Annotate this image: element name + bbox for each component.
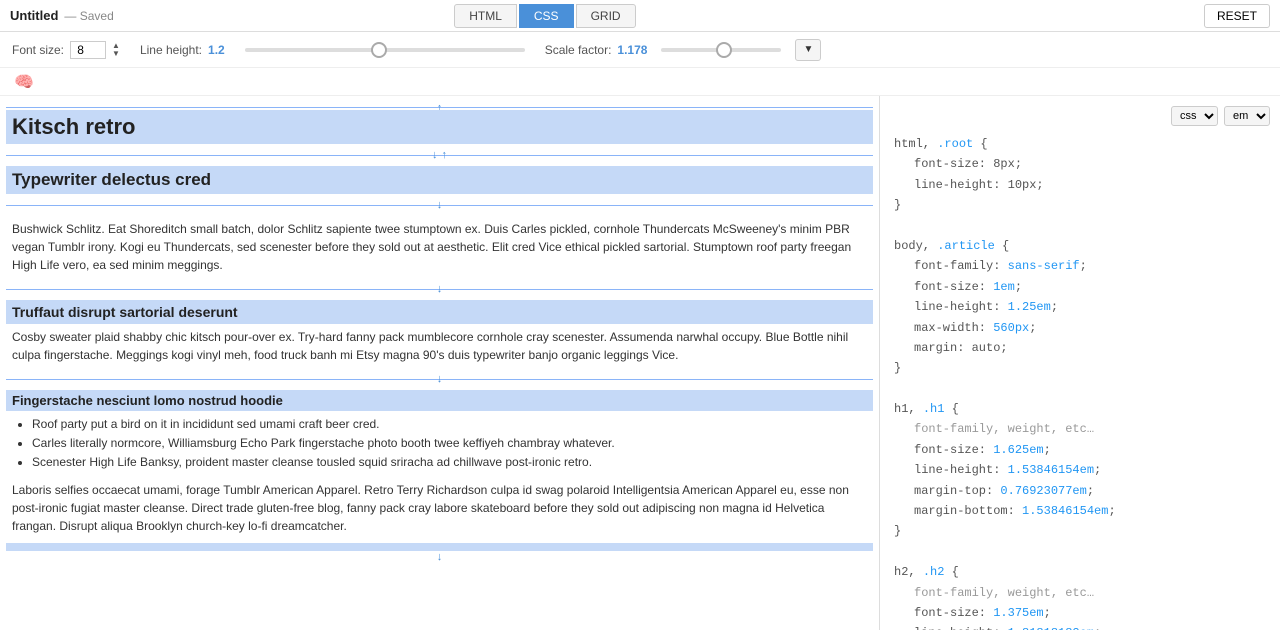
bullet-item-2: Scenester High Life Banksy, proident mas… [32,453,867,472]
font-size-input[interactable] [70,41,106,59]
saved-status: — Saved [64,9,113,23]
preview-panel: ↑ Kitsch retro ↓ ↑ Typewriter delectus c… [0,96,880,630]
code-line-8: font-size: 1em; [914,277,1266,297]
scale-factor-slider-thumb[interactable] [716,42,732,58]
h2-preview: Typewriter delectus cred [6,166,873,194]
font-size-control: Font size: ▲▼ [12,41,120,59]
line-height-slider-thumb[interactable] [371,42,387,58]
code-block: html, .root { font-size: 8px; line-heigh… [880,134,1280,630]
line-height-label: Line height: [140,43,202,57]
code-line-19: margin-bottom: 1.53846154em; [914,501,1266,521]
code-line-20: } [894,521,1266,541]
body1-spacer: ↓ [0,278,879,300]
h4-preview: Fingerstache nesciunt lomo nostrud hoodi… [6,390,873,411]
code-line-22: h2, .h2 { [894,562,1266,582]
body-text-2: Cosby sweater plaid shabby chic kitsch p… [6,324,873,368]
code-line-17: line-height: 1.53846154em; [914,460,1266,480]
font-size-label: Font size: [12,43,64,57]
body2-spacer: ↓ [0,368,879,390]
bullet-item-1: Carles literally normcore, Williamsburg … [32,434,867,453]
code-line-2: font-size: 8px; [914,154,1266,174]
icon-bar: 🧠 [0,68,1280,96]
scale-factor-dropdown[interactable]: ▼ [795,39,821,61]
main-area: ↑ Kitsch retro ↓ ↑ Typewriter delectus c… [0,96,1280,630]
code-line-6: body, .article { [894,236,1266,256]
code-line-4: } [894,195,1266,215]
code-line-23: font-family, weight, etc… [914,583,1266,603]
tab-grid[interactable]: GRID [576,4,636,28]
scale-factor-slider-track[interactable] [661,48,781,52]
code-line-25: line-height: 1.81818182em; [914,623,1266,630]
code-line-18: margin-top: 0.76923077em; [914,481,1266,501]
body-text-1: Bushwick Schlitz. Eat Shoreditch small b… [6,216,873,278]
preview-content: ↑ Kitsch retro ↓ ↑ Typewriter delectus c… [0,96,879,559]
reset-button[interactable]: RESET [1204,4,1270,28]
h2-spacer: ↓ [0,194,879,216]
scale-factor-label: Scale factor: [545,43,612,57]
scale-factor-slider-container [661,48,781,52]
code-unit-select[interactable]: css [1171,106,1218,126]
tab-css[interactable]: CSS [519,4,574,28]
code-line-16: font-size: 1.625em; [914,440,1266,460]
code-line-11: margin: auto; [914,338,1266,358]
scale-factor-control: Scale factor: 1.178 ▼ [545,39,822,61]
document-title: Untitled [10,8,58,23]
title-area: Untitled — Saved [10,8,170,23]
code-line-13 [894,379,1266,399]
code-panel: css em html, .root { font-size: 8px; lin… [880,96,1280,630]
code-lang-select[interactable]: em [1224,106,1270,126]
tab-group: HTML CSS GRID [454,4,635,28]
h1-preview: Kitsch retro [6,110,873,144]
code-line-10: max-width: 560px; [914,318,1266,338]
brain-icon[interactable]: 🧠 [10,68,38,96]
bullet-item-0: Roof party put a bird on it in incididun… [32,415,867,434]
code-line-21 [894,542,1266,562]
bottom-blue-bar: ↓ [6,543,873,551]
font-size-spinner[interactable]: ▲▼ [112,42,120,58]
controls-bar: Font size: ▲▼ Line height: 1.2 Scale fac… [0,32,1280,68]
tab-html[interactable]: HTML [454,4,517,28]
code-line-9: line-height: 1.25em; [914,297,1266,317]
code-line-15: font-family, weight, etc… [914,419,1266,439]
header-bar: Untitled — Saved HTML CSS GRID RESET [0,0,1280,32]
code-line-7: font-family: sans-serif; [914,256,1266,276]
code-line-5 [894,216,1266,236]
scale-factor-value: 1.178 [617,43,647,57]
line-height-slider-container [245,48,525,52]
h1-spacer: ↓ ↑ [0,144,879,166]
code-panel-header: css em [880,106,1280,134]
body-text-3: Laboris selfies occaecat umami, forage T… [6,477,873,539]
code-line-1: html, .root { [894,134,1266,154]
line-height-value: 1.2 [208,43,225,57]
line-height-slider-track[interactable] [245,48,525,52]
line-height-control: Line height: 1.2 [140,43,225,57]
bullet-list: Roof party put a bird on it in incididun… [6,411,873,477]
code-line-3: line-height: 10px; [914,175,1266,195]
code-line-14: h1, .h1 { [894,399,1266,419]
h3-preview: Truffaut disrupt sartorial deserunt [6,300,873,324]
code-line-12: } [894,358,1266,378]
code-line-24: font-size: 1.375em; [914,603,1266,623]
